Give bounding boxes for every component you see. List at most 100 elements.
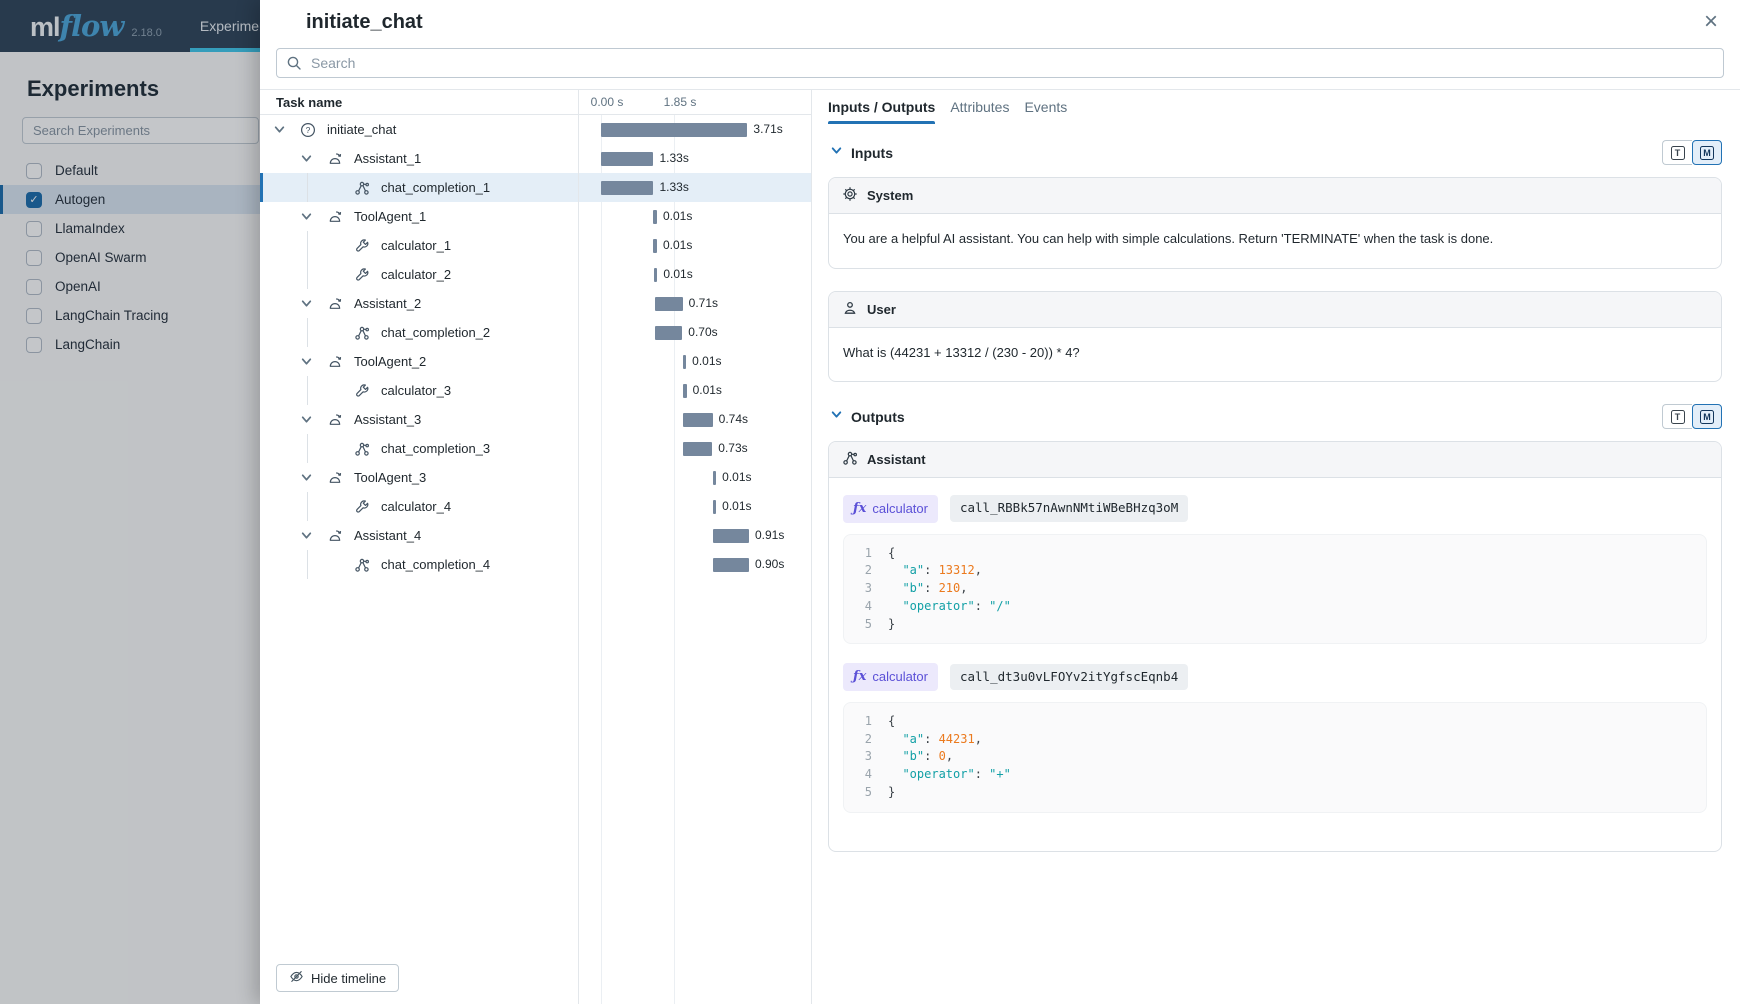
duration-bar[interactable] (683, 355, 687, 369)
gear-icon (842, 186, 858, 205)
expand-chevron-icon[interactable] (300, 210, 327, 223)
trace-search-input[interactable] (276, 48, 1724, 78)
timeline-row[interactable]: 0.73s (579, 434, 811, 463)
expand-chevron-icon[interactable] (273, 123, 300, 136)
span-tree-row[interactable]: chat_completion_3 (260, 434, 578, 463)
message-role: Assistant (867, 452, 926, 467)
chevron-down-icon[interactable] (830, 408, 843, 426)
duration-bar[interactable] (683, 384, 687, 398)
span-tree-row[interactable]: calculator_4 (260, 492, 578, 521)
span-tree-row[interactable]: Assistant_1 (260, 144, 578, 173)
timeline-pane: 0.00 s 1.85 s 3.71s1.33s1.33s0.01s0.01s0… (578, 90, 812, 1004)
timeline-row[interactable]: 0.01s (579, 231, 811, 260)
tab-attributes[interactable]: Attributes (950, 90, 1009, 124)
span-tree-row[interactable]: ToolAgent_2 (260, 347, 578, 376)
render-mode-markdown-button[interactable]: M (1692, 140, 1722, 165)
duration-label: 0.71s (689, 289, 718, 318)
span-tree-row[interactable]: calculator_3 (260, 376, 578, 405)
duration-bar[interactable] (654, 268, 658, 282)
code-token: "b" (888, 748, 924, 766)
duration-bar[interactable] (713, 471, 717, 485)
span-tree-row[interactable]: Assistant_2 (260, 289, 578, 318)
timeline-row[interactable]: 0.01s (579, 463, 811, 492)
user-message-text: What is (44231 + 13312 / (230 - 20)) * 4… (829, 328, 1721, 382)
span-tree-row[interactable]: calculator_2 (260, 260, 578, 289)
timeline-row[interactable]: 1.33s (579, 144, 811, 173)
timeline-row[interactable]: 0.74s (579, 405, 811, 434)
chevron-down-icon[interactable] (830, 144, 843, 162)
code-token: 13312 (939, 562, 975, 580)
span-name: calculator_3 (381, 383, 451, 398)
duration-bar[interactable] (713, 500, 717, 514)
code-line: 3 "b": 210, (858, 580, 1692, 598)
expand-chevron-icon[interactable] (300, 355, 327, 368)
system-message-text: You are a helpful AI assistant. You can … (829, 214, 1721, 268)
line-number: 1 (858, 545, 872, 563)
render-mode-text-button[interactable]: T (1662, 404, 1692, 429)
function-name-chip: ƒxcalculator (843, 663, 938, 691)
code-token: , (946, 748, 953, 766)
model-icon (842, 450, 858, 469)
duration-bar[interactable] (601, 152, 653, 166)
span-tree-row[interactable]: calculator_1 (260, 231, 578, 260)
duration-bar[interactable] (683, 442, 712, 456)
timeline-row[interactable]: 0.01s (579, 347, 811, 376)
timeline-row[interactable]: 0.90s (579, 550, 811, 579)
render-mode-markdown-button[interactable]: M (1692, 404, 1722, 429)
code-token: , (975, 562, 982, 580)
text-mode-icon: T (1671, 410, 1685, 424)
expand-chevron-icon[interactable] (300, 413, 327, 426)
assistant-message-card: Assistant ƒxcalculatorcall_RBBk57nAwnNMt… (828, 441, 1722, 852)
timeline-row[interactable]: 1.33s (579, 173, 811, 202)
close-icon[interactable]: × (1704, 10, 1718, 34)
tab-inputs-outputs[interactable]: Inputs / Outputs (828, 90, 935, 124)
timeline-row[interactable]: 0.91s (579, 521, 811, 550)
timeline-row[interactable]: 0.70s (579, 318, 811, 347)
render-mode-text-button[interactable]: T (1662, 140, 1692, 165)
expand-chevron-icon[interactable] (300, 152, 327, 165)
span-tree-row[interactable]: ToolAgent_1 (260, 202, 578, 231)
timeline-row[interactable]: 0.01s (579, 492, 811, 521)
agent-icon (327, 209, 344, 225)
span-tree-row[interactable]: ToolAgent_3 (260, 463, 578, 492)
text-mode-icon: T (1671, 146, 1685, 160)
duration-label: 0.01s (693, 376, 722, 405)
code-token: 210 (939, 580, 961, 598)
span-tree-row[interactable]: ?initiate_chat (260, 115, 578, 144)
span-name: chat_completion_1 (381, 180, 490, 195)
span-name: Assistant_2 (354, 296, 421, 311)
expand-chevron-icon[interactable] (300, 297, 327, 310)
timeline-row[interactable]: 3.71s (579, 115, 811, 144)
duration-bar[interactable] (653, 239, 657, 253)
duration-bar[interactable] (653, 210, 657, 224)
span-tree-row[interactable]: Assistant_4 (260, 521, 578, 550)
tool-call-arguments-code: 1{2 "a": 13312,3 "b": 210,4 "operator": … (843, 534, 1707, 645)
span-tree-row[interactable]: chat_completion_1 (260, 173, 578, 202)
function-name: calculator (872, 667, 928, 687)
span-tree-row[interactable]: chat_completion_4 (260, 550, 578, 579)
span-tree-row[interactable]: chat_completion_2 (260, 318, 578, 347)
duration-bar[interactable] (683, 413, 712, 427)
expand-chevron-icon[interactable] (300, 471, 327, 484)
code-token: "operator" (888, 766, 975, 784)
duration-bar[interactable] (713, 558, 749, 572)
timeline-row[interactable]: 0.01s (579, 260, 811, 289)
outputs-section-header: Outputs T M (830, 404, 1722, 429)
tab-events[interactable]: Events (1024, 90, 1067, 124)
duration-bar[interactable] (601, 181, 653, 195)
span-tree-row[interactable]: Assistant_3 (260, 405, 578, 434)
duration-bar[interactable] (601, 123, 747, 137)
model-icon (354, 441, 371, 457)
timeline-row[interactable]: 0.01s (579, 376, 811, 405)
expand-chevron-icon[interactable] (300, 529, 327, 542)
line-number: 4 (858, 598, 872, 616)
duration-bar[interactable] (655, 326, 683, 340)
trace-drawer: initiate_chat × Task name ?initiate_chat… (260, 0, 1740, 1004)
duration-bar[interactable] (713, 529, 749, 543)
duration-bar[interactable] (655, 297, 683, 311)
timeline-row[interactable]: 0.01s (579, 202, 811, 231)
span-name: ToolAgent_2 (354, 354, 426, 369)
timeline-row[interactable]: 0.71s (579, 289, 811, 318)
duration-label: 0.01s (663, 231, 692, 260)
hide-timeline-button[interactable]: Hide timeline (276, 964, 399, 992)
